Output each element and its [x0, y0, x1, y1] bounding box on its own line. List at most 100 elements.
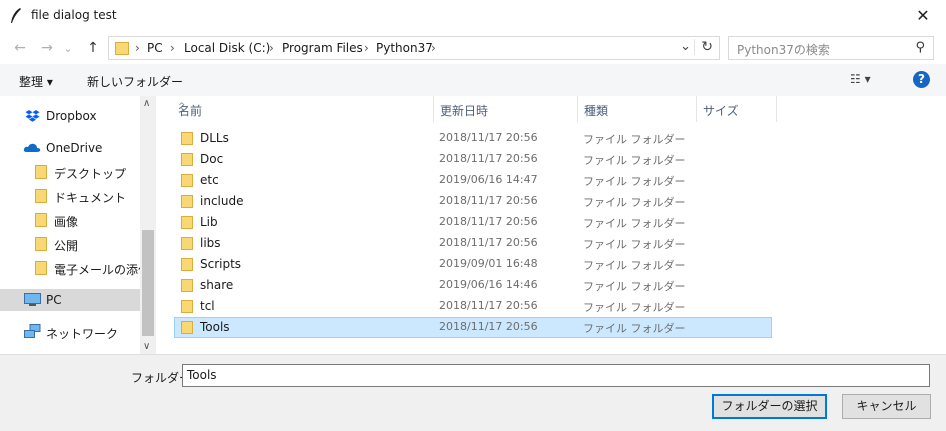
sidebar-item-dropbox[interactable]: Dropbox	[0, 105, 140, 127]
close-button[interactable]: ✕	[900, 0, 946, 32]
folder-icon	[35, 189, 47, 203]
file-date: 2018/11/17 20:56	[439, 194, 538, 207]
breadcrumb-separator[interactable]: ›	[364, 41, 369, 55]
file-type: ファイル フォルダー	[583, 175, 686, 188]
up-button[interactable]: ↑	[82, 40, 104, 56]
folder-icon	[115, 42, 129, 55]
sidebar-item-email-attachments[interactable]: 電子メールの添付フ	[0, 257, 140, 279]
file-name: Doc	[200, 152, 224, 166]
folder-icon	[181, 153, 193, 166]
sidebar-item-desktop[interactable]: デスクトップ	[0, 161, 140, 183]
help-icon[interactable]: ?	[913, 71, 930, 88]
file-row[interactable]: share 2019/06/16 14:46 ファイル フォルダー	[174, 275, 772, 296]
folder-icon	[181, 174, 193, 187]
pc-icon	[24, 293, 41, 306]
file-name: include	[200, 194, 244, 208]
recent-locations-button[interactable]: ⌄	[57, 42, 79, 55]
sidebar-item-documents[interactable]: ドキュメント	[0, 185, 140, 207]
file-type: ファイル フォルダー	[583, 322, 686, 335]
address-dropdown-icon[interactable]: ⌄	[680, 39, 691, 54]
cancel-button[interactable]: キャンセル	[842, 394, 931, 419]
column-header-type[interactable]: 種類	[578, 96, 697, 122]
folder-icon	[181, 132, 193, 145]
file-date: 2019/06/16 14:46	[439, 278, 538, 291]
file-row-selected[interactable]: Tools 2018/11/17 20:56 ファイル フォルダー	[174, 317, 772, 338]
file-name: Lib	[200, 215, 218, 229]
file-type: ファイル フォルダー	[583, 301, 686, 314]
forward-button[interactable]: →	[36, 40, 58, 56]
file-date: 2019/06/16 14:47	[439, 173, 538, 186]
breadcrumb-separator: ›	[135, 41, 140, 55]
folder-icon	[35, 213, 47, 227]
back-button[interactable]: ←	[9, 40, 31, 56]
column-header-date[interactable]: 更新日時	[434, 96, 578, 122]
scrollbar-thumb[interactable]	[142, 230, 154, 336]
file-type: ファイル フォルダー	[583, 280, 686, 293]
folder-icon	[181, 195, 193, 208]
file-row[interactable]: etc 2019/06/16 14:47 ファイル フォルダー	[174, 170, 772, 191]
file-name: Tools	[200, 320, 230, 334]
new-folder-button[interactable]: 新しいフォルダー	[87, 73, 183, 90]
organize-menu[interactable]: 整理 ▾	[19, 73, 53, 90]
file-row[interactable]: Scripts 2019/09/01 16:48 ファイル フォルダー	[174, 254, 772, 275]
column-header-label: 種類	[584, 104, 609, 118]
sidebar-item-pc[interactable]: PC	[0, 289, 140, 311]
column-header-name[interactable]: 名前 ^	[172, 96, 434, 122]
sidebar-item-label: 電子メールの添付フ	[54, 263, 140, 277]
breadcrumb-separator[interactable]: ›	[170, 41, 175, 55]
feather-icon	[11, 8, 21, 23]
file-list: 名前 ^ 更新日時 種類 サイズ DLLs 2018/11/17 20:56 フ…	[156, 96, 946, 354]
file-date: 2018/11/17 20:56	[439, 152, 538, 165]
navigation-pane: Dropbox OneDrive デスクトップ ドキュメント 画像 公開 電子メ…	[0, 96, 156, 354]
file-name: DLLs	[200, 131, 229, 145]
file-type: ファイル フォルダー	[583, 238, 686, 251]
file-name: etc	[200, 173, 219, 187]
breadcrumb-python37[interactable]: Python37	[376, 41, 433, 55]
sidebar-item-label: ドキュメント	[54, 191, 127, 205]
sidebar-item-label: デスクトップ	[54, 167, 127, 181]
search-box[interactable]: Python37の検索 ⚲	[728, 36, 934, 60]
dialog-footer: フォルダー: Tools フォルダーの選択 キャンセル	[0, 354, 946, 431]
dropbox-icon	[25, 110, 40, 122]
sidebar-item-label: 画像	[54, 215, 79, 229]
sidebar-item-network[interactable]: ネットワーク	[0, 321, 140, 343]
breadcrumb-pc[interactable]: PC	[147, 41, 163, 55]
sidebar-item-label: 公開	[54, 239, 79, 253]
select-folder-button[interactable]: フォルダーの選択	[712, 394, 827, 419]
file-date: 2018/11/17 20:56	[439, 236, 538, 249]
folder-icon	[181, 237, 193, 250]
file-row[interactable]: include 2018/11/17 20:56 ファイル フォルダー	[174, 191, 772, 212]
file-row[interactable]: DLLs 2018/11/17 20:56 ファイル フォルダー	[174, 128, 772, 149]
breadcrumb-program-files[interactable]: Program Files	[282, 41, 363, 55]
file-type: ファイル フォルダー	[583, 259, 686, 272]
breadcrumb-separator[interactable]: ›	[431, 41, 436, 55]
sidebar-item-label: ネットワーク	[46, 327, 119, 341]
folder-icon	[181, 216, 193, 229]
file-row[interactable]: Lib 2018/11/17 20:56 ファイル フォルダー	[174, 212, 772, 233]
file-row[interactable]: Doc 2018/11/17 20:56 ファイル フォルダー	[174, 149, 772, 170]
breadcrumb-separator[interactable]: ›	[269, 41, 274, 55]
scroll-up-arrow[interactable]: ∧	[143, 98, 150, 109]
view-options-button[interactable]: ☷ ▾	[850, 72, 871, 86]
search-placeholder: Python37の検索	[737, 43, 830, 57]
sidebar-item-onedrive[interactable]: OneDrive	[0, 137, 140, 159]
sort-ascending-icon: ^	[178, 102, 186, 112]
sidebar-item-label: OneDrive	[46, 141, 103, 155]
file-row[interactable]: tcl 2018/11/17 20:56 ファイル フォルダー	[174, 296, 772, 317]
file-date: 2018/11/17 20:56	[439, 131, 538, 144]
column-header-size[interactable]: サイズ	[697, 96, 777, 122]
folder-icon	[181, 258, 193, 271]
file-row[interactable]: libs 2018/11/17 20:56 ファイル フォルダー	[174, 233, 772, 254]
breadcrumb-local-disk[interactable]: Local Disk (C:)	[184, 41, 270, 55]
folder-name-input[interactable]: Tools	[182, 364, 930, 387]
sidebar-item-pictures[interactable]: 画像	[0, 209, 140, 231]
command-toolbar: 整理 ▾ 新しいフォルダー ☷ ▾ ?	[0, 64, 946, 96]
file-type: ファイル フォルダー	[583, 154, 686, 167]
file-type: ファイル フォルダー	[583, 133, 686, 146]
scroll-down-arrow[interactable]: ∨	[143, 341, 150, 352]
file-name: Scripts	[200, 257, 242, 271]
address-bar[interactable]: › PC › Local Disk (C:) › Program Files ›…	[108, 36, 720, 60]
refresh-button[interactable]: ↻	[694, 39, 713, 55]
sidebar-item-public[interactable]: 公開	[0, 233, 140, 255]
sidebar-scrollbar[interactable]: ∧ ∨	[140, 96, 156, 354]
